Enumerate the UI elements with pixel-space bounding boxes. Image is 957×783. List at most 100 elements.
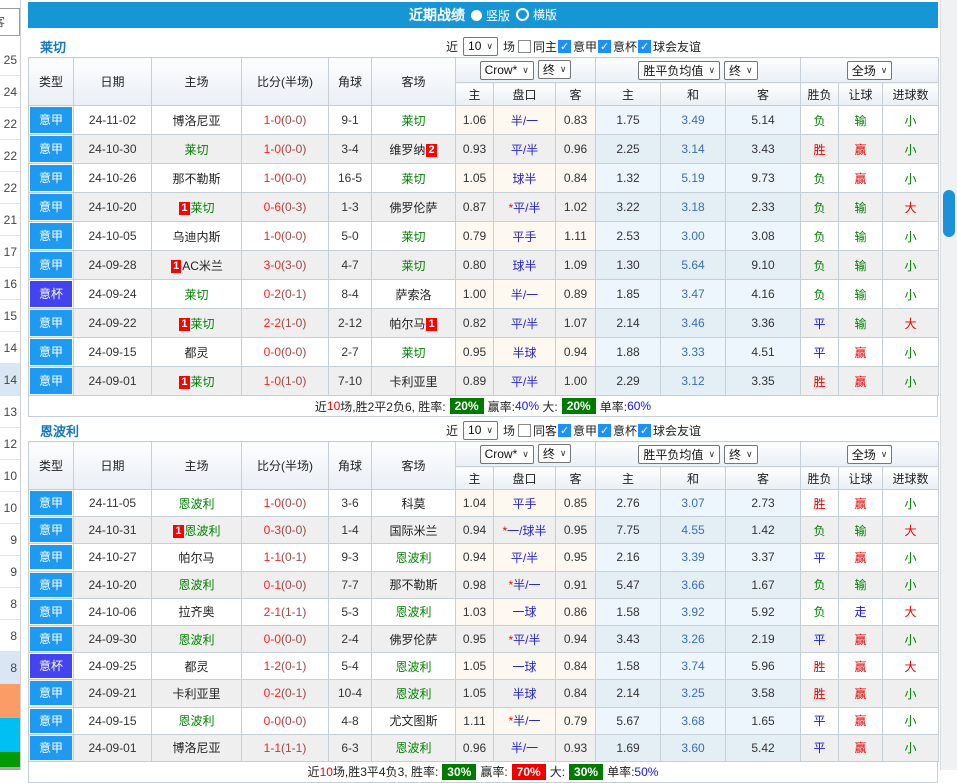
match-row: 意甲24-10-30莱切1-0(0-0)3-4维罗纳20.93平/半0.962.… <box>29 135 939 164</box>
odds-home: 1.05 <box>456 653 494 680</box>
same-side-checkbox[interactable] <box>518 424 531 437</box>
avg-type-select[interactable]: 胜平负均值∨ <box>638 445 720 464</box>
handicap-cell: 平/半 <box>494 367 556 396</box>
result-group-header: 全场∨ <box>801 442 939 467</box>
league-filter-checkbox-2[interactable] <box>638 40 651 53</box>
layout-radio-vertical[interactable]: 竖版 <box>471 7 510 24</box>
corner-score: 2-12 <box>329 309 372 338</box>
handicap-cell: 半/一 <box>494 280 556 309</box>
handicap-name: 平/半 <box>511 143 538 157</box>
chevron-down-icon: ∨ <box>881 449 888 460</box>
match-score: 2-2(1-0) <box>242 309 329 338</box>
result-cell: 负 <box>801 251 839 280</box>
scrollbar[interactable] <box>940 0 957 770</box>
match-count-select[interactable]: 10∨ <box>463 421 498 440</box>
home-team: 恩波利 <box>178 578 214 592</box>
match-date: 24-09-15 <box>74 707 152 734</box>
league-badge: 意甲 <box>30 573 72 597</box>
avg-home: 2.16 <box>596 544 661 571</box>
summary-row: 近10场,胜2平2负6, 胜率:20%赢率:40% 大:20%单率:60% <box>28 396 938 417</box>
avg-away: 5.92 <box>726 598 801 625</box>
goals-result-cell: 大 <box>883 193 939 222</box>
handicap-result-cell: 赢 <box>839 707 883 734</box>
match-score: 0-3(0-0) <box>242 517 329 544</box>
odds-home: 1.03 <box>456 598 494 625</box>
odds-away: 0.84 <box>556 680 596 707</box>
handicap-name: 半/一 <box>511 288 538 302</box>
handicap-name: 平/半 <box>513 201 540 215</box>
home-team-name: 莱切 <box>184 143 208 157</box>
away-team-name: 维罗纳 <box>389 143 425 157</box>
fulltime-score: 1-0 <box>264 374 281 388</box>
near-label: 近 <box>446 422 458 439</box>
league-type-cell: 意甲 <box>29 680 74 707</box>
odds-away: 1.02 <box>556 193 596 222</box>
match-row: 意甲24-10-27帕尔马1-1(0-1)9-3恩波利0.94平/半0.952.… <box>29 544 939 571</box>
league-badge: 意甲 <box>30 736 72 760</box>
league-filter-checkbox-0[interactable] <box>558 40 571 53</box>
left-strip-cell: 24 <box>0 76 20 108</box>
avg-home: 2.14 <box>596 309 661 338</box>
bookmaker-select[interactable]: Crow*∨ <box>480 445 534 464</box>
home-team-name: 莱切 <box>184 288 208 302</box>
odds-away: 1.11 <box>556 222 596 251</box>
chevron-down-icon: ∨ <box>708 65 715 76</box>
avg-type-select[interactable]: 胜平负均值∨ <box>638 61 720 80</box>
away-team-name: 科莫 <box>401 497 425 511</box>
scrollbar-thumb[interactable] <box>943 190 955 237</box>
avg-draw: 3.46 <box>661 309 726 338</box>
odds-stage-select[interactable]: 终∨ <box>538 444 572 463</box>
avg-away: 9.10 <box>726 251 801 280</box>
league-badge: 意杯 <box>30 281 72 307</box>
scope-select[interactable]: 全场∨ <box>847 61 893 80</box>
match-row: 意甲24-10-311恩波利0-3(0-0)1-4国际米兰0.94*一/球半0.… <box>29 517 939 544</box>
layout-radio-label: 竖版 <box>486 7 510 24</box>
odds-away: 1.00 <box>556 367 596 396</box>
league-filter-checkbox-0[interactable] <box>558 424 571 437</box>
league-filter-checkbox-2[interactable] <box>638 424 651 437</box>
handicap-result-cell: 赢 <box>839 490 883 517</box>
odds-home: 0.94 <box>456 517 494 544</box>
handicap-result-cell: 输 <box>839 193 883 222</box>
near-label: 近 <box>446 38 458 55</box>
handicap-result-cell: 输 <box>839 251 883 280</box>
result-cell: 平 <box>801 707 839 734</box>
league-type-cell: 意甲 <box>29 135 74 164</box>
league-type-cell: 意甲 <box>29 309 74 338</box>
sub-column-header: 客 <box>726 467 801 490</box>
layout-radio-horizontal[interactable]: 横版 <box>516 6 557 23</box>
away-team: 尤文图斯 <box>389 714 437 728</box>
match-date: 24-10-26 <box>74 164 152 193</box>
match-date: 24-10-20 <box>74 571 152 598</box>
summary-row: 近10场,胜3平4负3, 胜率:30%赢率:70%大:30%单率:50% <box>28 762 938 783</box>
avg-away: 5.42 <box>726 734 801 761</box>
section-header: 莱切近10∨场同主意甲意杯球会友谊 <box>28 35 938 57</box>
away-team-name: 萨索洛 <box>395 288 431 302</box>
halftime-score: (0-0) <box>281 142 306 156</box>
league-type-cell: 意甲 <box>29 598 74 625</box>
league-type-cell: 意甲 <box>29 106 74 135</box>
away-team: 萨索洛 <box>395 288 431 302</box>
odds-stage-select[interactable]: 终∨ <box>538 60 572 79</box>
away-team: 佛罗伦萨 <box>389 201 437 215</box>
left-strip-cell: 8 <box>0 652 20 684</box>
away-team: 国际米兰 <box>389 524 437 538</box>
home-team-name: 乌迪内斯 <box>172 230 220 244</box>
avg-stage-select[interactable]: 终∨ <box>724 445 758 464</box>
odds-home: 0.82 <box>456 309 494 338</box>
results-table: 类型日期主场比分(半场)角球客场Crow*∨终∨胜平负均值∨终∨全场∨主盘口客主… <box>28 441 939 762</box>
league-filter-checkbox-1[interactable] <box>598 40 611 53</box>
league-badge: 意甲 <box>30 136 72 162</box>
left-strip-cell: 22 <box>0 140 20 172</box>
league-filter-checkbox-1[interactable] <box>598 424 611 437</box>
avg-home: 2.53 <box>596 222 661 251</box>
halftime-score: (0-0) <box>281 496 306 510</box>
same-side-checkbox[interactable] <box>518 40 531 53</box>
scope-select[interactable]: 全场∨ <box>847 445 893 464</box>
avg-draw: 3.26 <box>661 625 726 652</box>
match-score: 1-0(0-0) <box>242 106 329 135</box>
bookmaker-select[interactable]: Crow*∨ <box>480 61 534 80</box>
avg-stage-select[interactable]: 终∨ <box>724 61 758 80</box>
match-count-select[interactable]: 10∨ <box>463 37 498 56</box>
goals-result-cell: 大 <box>883 309 939 338</box>
